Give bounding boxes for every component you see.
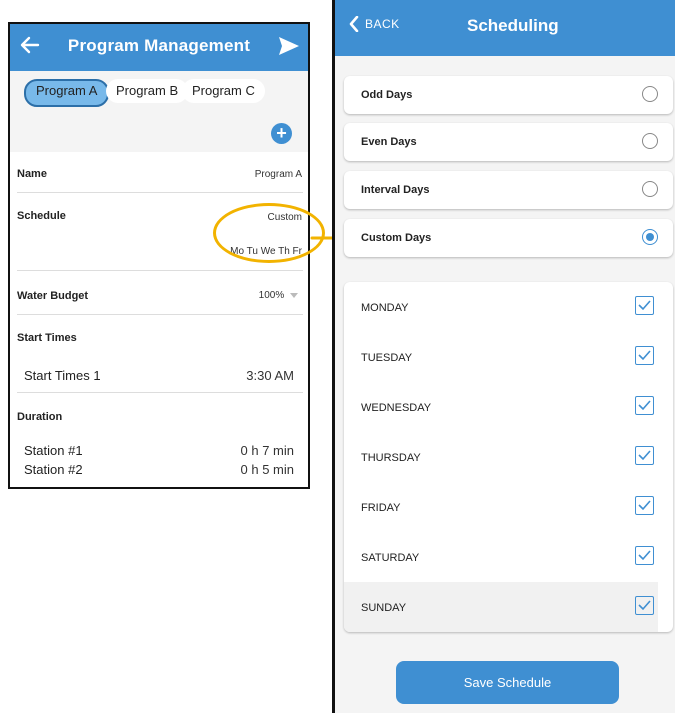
page-title: Program Management: [67, 36, 251, 55]
option-label: Even Days: [361, 136, 417, 148]
divider: [17, 314, 303, 315]
station-2-label: Station #2: [24, 462, 83, 477]
start-times-label: Start Times: [17, 332, 77, 344]
save-schedule-button[interactable]: Save Schedule: [396, 661, 619, 704]
tab-program-a[interactable]: Program A: [24, 79, 110, 107]
checkbox-checked[interactable]: [635, 296, 654, 315]
day-label: FRIDAY: [361, 502, 401, 514]
option-even-days[interactable]: Even Days: [344, 123, 673, 161]
tab-program-c[interactable]: Program C: [182, 79, 265, 103]
program-header: Program Management: [10, 24, 308, 71]
water-budget-value: 100%: [258, 290, 285, 301]
option-label: Odd Days: [361, 89, 413, 101]
day-label: MONDAY: [361, 302, 409, 314]
chevron-left-icon: [349, 15, 359, 33]
highlight-ellipse: [213, 203, 325, 263]
divider: [17, 192, 303, 193]
option-label: Custom Days: [361, 232, 432, 244]
checkmark-icon: [638, 300, 651, 311]
back-button[interactable]: BACK: [349, 15, 400, 33]
name-value[interactable]: Program A: [255, 169, 302, 180]
checkbox-checked[interactable]: [635, 396, 654, 415]
checkmark-icon: [638, 450, 651, 461]
checkmark-icon: [638, 500, 651, 511]
plus-circle-icon: +: [276, 123, 287, 143]
radio-button[interactable]: [642, 181, 658, 197]
station-1-label: Station #1: [24, 443, 83, 458]
day-row-friday[interactable]: FRIDAY: [344, 482, 658, 532]
schedule-label: Schedule: [17, 210, 66, 222]
checkbox-checked[interactable]: [635, 496, 654, 515]
scheduling-header: BACK Scheduling: [335, 0, 675, 56]
tab-program-b[interactable]: Program B: [106, 79, 189, 103]
station-1-value[interactable]: 0 h 7 min: [241, 443, 294, 458]
option-label: Interval Days: [361, 184, 430, 196]
start-time-1-value[interactable]: 3:30 AM: [246, 368, 294, 383]
duration-label: Duration: [17, 411, 63, 423]
water-budget-select[interactable]: 100%: [259, 290, 298, 301]
option-interval-days[interactable]: Interval Days: [344, 171, 673, 209]
day-label: TUESDAY: [361, 352, 413, 364]
day-row-sunday[interactable]: SUNDAY: [344, 582, 658, 632]
divider: [17, 270, 303, 271]
day-row-thursday[interactable]: THURSDAY: [344, 432, 658, 482]
station-2-value[interactable]: 0 h 5 min: [241, 462, 294, 477]
day-row-wednesday[interactable]: WEDNESDAY: [344, 382, 658, 432]
water-budget-label: Water Budget: [17, 290, 89, 302]
checkmark-icon: [638, 400, 651, 411]
checkbox-checked[interactable]: [635, 346, 654, 365]
radio-button[interactable]: [642, 86, 658, 102]
option-odd-days[interactable]: Odd Days: [344, 76, 673, 114]
name-label: Name: [17, 168, 47, 180]
checkmark-icon: [638, 550, 651, 561]
program-tabs: Program A Program B Program C: [10, 71, 308, 113]
day-label: THURSDAY: [361, 452, 421, 464]
page-title: Scheduling: [467, 16, 559, 35]
checkmark-icon: [638, 350, 651, 361]
caret-down-icon: [290, 292, 298, 298]
day-row-saturday[interactable]: SATURDAY: [344, 532, 658, 582]
checkbox-checked[interactable]: [635, 596, 654, 615]
days-list: MONDAY TUESDAY WEDNESDAY THURSDAY FRIDAY…: [344, 282, 673, 632]
day-row-monday[interactable]: MONDAY: [344, 282, 658, 332]
day-label: SUNDAY: [361, 602, 407, 614]
checkbox-checked[interactable]: [635, 546, 654, 565]
send-icon[interactable]: [278, 36, 300, 61]
checkmark-icon: [638, 600, 651, 611]
day-row-tuesday[interactable]: TUESDAY: [344, 332, 658, 382]
start-time-1-label: Start Times 1: [24, 368, 101, 383]
scheduling-screen: BACK Scheduling Odd Days Even Days Inter…: [332, 0, 675, 713]
radio-button-selected[interactable]: [642, 229, 658, 245]
divider: [17, 392, 303, 393]
option-custom-days[interactable]: Custom Days: [344, 219, 673, 257]
add-program-button[interactable]: +: [271, 123, 292, 144]
checkbox-checked[interactable]: [635, 446, 654, 465]
day-label: WEDNESDAY: [361, 402, 432, 414]
back-label: BACK: [365, 17, 400, 31]
day-label: SATURDAY: [361, 552, 420, 564]
radio-button[interactable]: [642, 133, 658, 149]
